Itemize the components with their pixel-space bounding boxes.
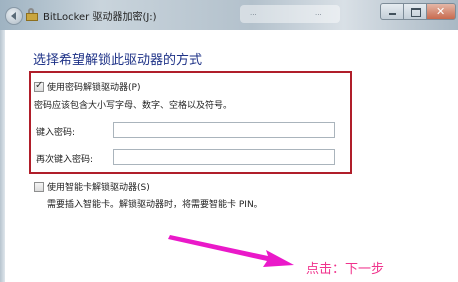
smartcard-unlock-checkbox[interactable] [34,182,44,192]
minimize-button[interactable] [380,3,404,20]
annotation-hint: 点击：下一步 [306,262,385,277]
smartcard-requirements-text: 需要插入智能卡。解锁驱动器时，将需要智能卡 PIN。 [47,200,263,210]
password-unlock-label: 使用密码解锁驱动器(P) [47,83,141,93]
window-frame-left [0,30,5,282]
reenter-password-label: 再次键入密码: [36,155,94,165]
maximize-button[interactable] [403,3,427,20]
enter-password-field[interactable] [113,122,335,138]
password-unlock-checkbox[interactable] [34,80,44,92]
annotation-arrow-icon [168,235,294,267]
background-tab-text-2: ... [315,9,322,17]
page-heading: 选择希望解锁此驱动器的方式 [33,53,203,68]
close-button[interactable] [426,3,456,20]
window-title: BitLocker 驱动器加密(J:) [43,12,157,23]
back-button[interactable] [5,7,23,25]
bitlocker-lock-icon [26,8,38,21]
enter-password-label: 键入密码: [36,128,76,138]
background-tab-text: ... [250,9,257,17]
password-requirements-text: 密码应该包含大小写字母、数字、空格以及符号。 [34,101,233,111]
reenter-password-field[interactable] [113,149,335,165]
smartcard-unlock-label: 使用智能卡解锁驱动器(S) [47,183,150,193]
